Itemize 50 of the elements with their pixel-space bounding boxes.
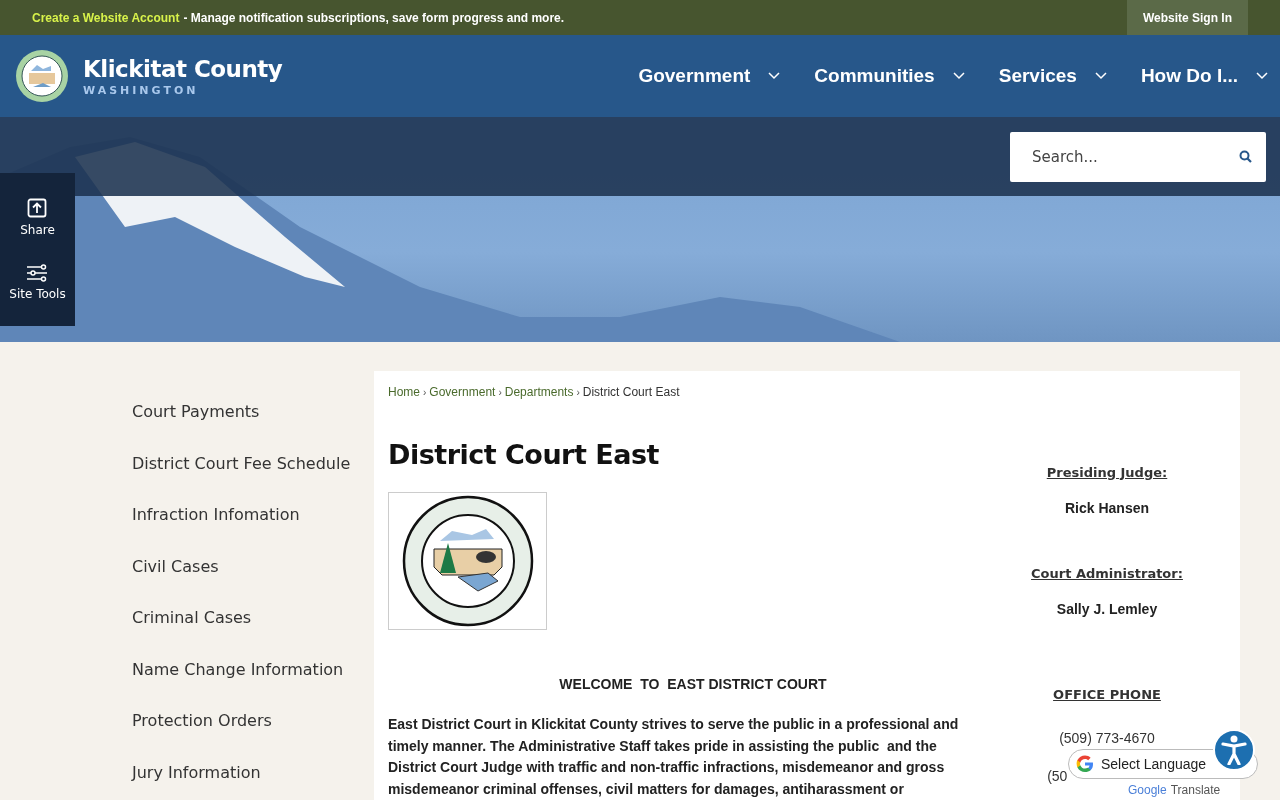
account-banner-text: Create a Website Account - Manage notification subscriptions, save form progress and more. bbox=[32, 10, 566, 25]
breadcrumb-link[interactable]: Home bbox=[388, 385, 420, 399]
share-button[interactable]: Share bbox=[14, 197, 61, 239]
contact-heading: Presiding Judge: bbox=[1046, 465, 1168, 480]
chevron-down-icon bbox=[1094, 72, 1107, 80]
page-title: District Court East bbox=[388, 439, 660, 470]
breadcrumb-separator: › bbox=[423, 386, 427, 398]
language-label: Select Language bbox=[1101, 756, 1207, 772]
site-subtitle: WASHINGTON bbox=[83, 83, 200, 97]
search-icon[interactable] bbox=[1239, 150, 1252, 163]
sliders-icon bbox=[26, 263, 49, 282]
sidebar-link[interactable]: District Court Fee Schedule bbox=[132, 452, 374, 475]
welcome-heading: WELCOME TO EAST DISTRICT COURT bbox=[558, 676, 828, 692]
phone-number: (509) 773-4670 bbox=[1059, 730, 1155, 746]
contact-name: Sally J. Lemley bbox=[1056, 601, 1158, 617]
nav-menu-item[interactable]: Communities bbox=[792, 35, 977, 117]
search-bar[interactable]: Search... bbox=[1010, 131, 1266, 182]
phone-number: (50 bbox=[1047, 768, 1068, 784]
g-logo-icon bbox=[1075, 754, 1095, 774]
sidebar-link[interactable]: Court Payments bbox=[132, 401, 374, 423]
nav-menu-item[interactable]: Services bbox=[976, 35, 1119, 117]
phone-heading: OFFICE PHONE bbox=[1053, 687, 1161, 702]
nav-menu-item[interactable]: Government bbox=[616, 35, 793, 117]
sidebar-link[interactable]: Criminal Cases bbox=[132, 607, 374, 629]
intro-paragraph: East District Court in Klickitat County strives to serve the public in a professional and timely manner. The Administrative Staff takes pride in assisting the public and the District Court Judge with traffic and non-traffic infractions, misdemeanor and gross misdemeanor criminal offenses, civil matters for damages, antiharassment or bbox=[388, 715, 960, 799]
nav-menu-item[interactable]: How Do I... bbox=[1118, 35, 1280, 117]
sidebar-link[interactable]: Civil Cases bbox=[132, 555, 374, 578]
breadcrumb-separator: › bbox=[576, 386, 580, 398]
accessibility-person-icon bbox=[1221, 735, 1247, 765]
breadcrumb-link[interactable]: Government bbox=[429, 385, 496, 399]
google-wordmark: Google bbox=[1128, 783, 1167, 797]
translate-label: Translate bbox=[1170, 783, 1221, 797]
breadcrumb-separator: › bbox=[498, 386, 502, 398]
chevron-down-icon bbox=[1256, 72, 1268, 80]
sidebar-link[interactable]: Protection Orders bbox=[132, 710, 374, 732]
contact-heading: Court Administrator: bbox=[1031, 566, 1183, 581]
sidebar-link[interactable]: Jury Information bbox=[132, 761, 374, 784]
site-title[interactable]: Klickitat County bbox=[83, 55, 283, 82]
chevron-down-icon bbox=[952, 72, 965, 80]
sidebar-link[interactable]: Name Change Information bbox=[132, 658, 374, 681]
chevron-down-icon bbox=[768, 72, 781, 80]
site-tools-button[interactable]: Site Tools bbox=[3, 262, 72, 302]
breadcrumb-link[interactable]: Departments bbox=[504, 385, 574, 399]
share-icon bbox=[27, 198, 48, 219]
sidebar-link[interactable]: Infraction Infomation bbox=[132, 504, 374, 526]
breadcrumb-link[interactable]: District Court East bbox=[582, 385, 680, 399]
create-account-link[interactable]: Create a Website Account bbox=[32, 10, 180, 25]
sign-in-button[interactable]: Website Sign In bbox=[1126, 0, 1248, 35]
contact-name: Rick Hansen bbox=[1064, 500, 1149, 516]
county-seal-logo[interactable] bbox=[15, 49, 69, 103]
